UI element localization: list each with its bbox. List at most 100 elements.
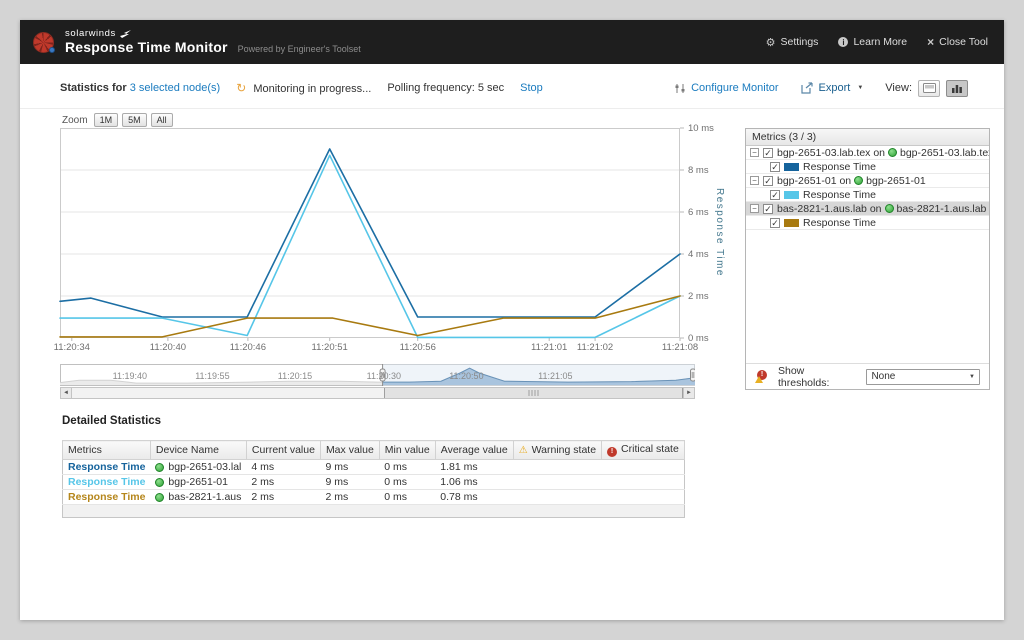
export-button[interactable]: Export ▼ — [800, 82, 863, 94]
zoom-all-button[interactable]: All — [150, 113, 173, 127]
y-axis-title: Response Time — [714, 188, 725, 277]
details-title: Detailed Statistics — [62, 415, 162, 427]
scroll-left-button[interactable]: ◄ — [61, 388, 72, 398]
close-icon: × — [927, 35, 935, 49]
metric-row[interactable]: ✓ Response Time — [746, 216, 989, 230]
critical-state — [601, 459, 685, 475]
table-row[interactable]: Response Time bgp-2651-01 2 ms 9 ms 0 ms… — [62, 474, 685, 490]
series-color-swatch — [784, 190, 799, 199]
metric-link[interactable]: Response Time — [62, 459, 151, 475]
stop-link[interactable]: Stop — [520, 82, 543, 94]
zoom-5m-button[interactable]: 5M — [122, 113, 147, 127]
warning-state — [513, 474, 602, 490]
group-checkbox[interactable]: ✓ — [763, 147, 773, 158]
thresholds-icon: ! — [755, 370, 769, 383]
status-up-icon — [884, 204, 894, 213]
table-view-icon — [922, 83, 936, 93]
configure-monitor-label: Configure Monitor — [691, 82, 779, 94]
series-color-swatch — [784, 218, 799, 227]
chart-scrollbar[interactable]: ◄ ► — [60, 387, 695, 399]
app-window: solarwinds Response Time Monitor Powered… — [20, 20, 1004, 620]
x-tick-label: 11:20:46 — [229, 342, 266, 353]
selected-nodes-link[interactable]: 3 selected node(s) — [130, 82, 221, 94]
zoom-label: Zoom — [62, 114, 88, 126]
average-value: 0.78 ms — [435, 489, 514, 505]
col-device-name[interactable]: Device Name — [149, 440, 247, 460]
response-time-chart — [59, 127, 684, 341]
navigator-handle[interactable] — [690, 368, 696, 382]
y-tick-label: 8 ms — [688, 165, 709, 176]
x-tick-label: 11:21:08 — [661, 342, 699, 353]
group-checkbox[interactable]: ✓ — [763, 203, 773, 214]
status-up-icon — [155, 492, 165, 502]
col-critical-state[interactable]: ! Critical state — [601, 440, 685, 460]
close-tool-button[interactable]: × Close Tool — [927, 35, 988, 49]
gear-icon: ⚙ — [765, 36, 776, 49]
x-tick-label: 11:21:01 — [531, 342, 568, 353]
metric-row[interactable]: ✓ Response Time — [746, 188, 989, 202]
metric-group-row[interactable]: − ✓ bgp-2651-01 on bgp-2651-01 — [746, 174, 989, 188]
zoom-controls: Zoom 1M 5M All — [62, 113, 173, 127]
thresholds-label: Show thresholds: — [778, 364, 830, 389]
configure-monitor-button[interactable]: Configure Monitor — [674, 82, 779, 94]
current-value: 4 ms — [246, 459, 321, 475]
metric-group-row[interactable]: − ✓ bgp-2651-03.lab.tex on bgp-2651-03.l… — [746, 146, 989, 160]
warning-state — [513, 489, 602, 505]
view-table-button[interactable] — [918, 79, 940, 97]
metrics-panel: Metrics (3 / 3) − ✓ bgp-2651-03.lab.tex … — [745, 128, 990, 390]
collapse-icon[interactable]: − — [750, 204, 759, 213]
status-up-icon — [888, 148, 897, 157]
table-header-row: Metrics Device Name Current value Max va… — [62, 440, 685, 460]
metric-row[interactable]: ✓ Response Time — [746, 160, 989, 174]
learn-more-button[interactable]: i Learn More — [838, 36, 907, 48]
metric-link[interactable]: Response Time — [62, 474, 151, 490]
col-current-value[interactable]: Current value — [245, 440, 321, 460]
group-device: bgp-2651-03.lab.tex — [900, 146, 989, 159]
group-checkbox[interactable]: ✓ — [763, 175, 773, 186]
x-tick-label: 11:20:34 — [53, 342, 90, 353]
metric-checkbox[interactable]: ✓ — [770, 189, 780, 200]
col-warning-state[interactable]: ⚠ Warning state — [512, 440, 603, 460]
col-min-value[interactable]: Min value — [378, 440, 436, 460]
export-label: Export — [818, 82, 851, 94]
chart-view-icon — [952, 85, 962, 93]
device-name: bas-2821-1.aus — [168, 491, 242, 503]
chart-plot-area — [59, 127, 684, 341]
table-row[interactable]: Response Time bas-2821-1.aus 2 ms 2 ms 0… — [62, 489, 685, 505]
navigator-handle[interactable] — [379, 368, 386, 382]
series-color-swatch — [784, 162, 799, 171]
navigator-overview[interactable] — [59, 364, 696, 386]
settings-button[interactable]: ⚙ Settings — [766, 36, 819, 49]
table-row[interactable]: Response Time bgp-2651-03.lal 4 ms 9 ms … — [62, 459, 685, 475]
critical-state — [601, 474, 685, 490]
metric-checkbox[interactable]: ✓ — [770, 217, 780, 228]
view-chart-button[interactable] — [946, 79, 968, 97]
collapse-icon[interactable]: − — [750, 176, 759, 185]
scrollbar-thumb[interactable] — [384, 388, 683, 398]
zoom-1m-button[interactable]: 1M — [93, 113, 119, 127]
critical-state — [601, 489, 685, 505]
y-tick-label: 6 ms — [688, 207, 709, 218]
metric-link[interactable]: Response Time — [62, 489, 151, 505]
close-tool-label: Close Tool — [939, 36, 988, 48]
export-icon — [800, 82, 813, 94]
collapse-icon[interactable]: − — [750, 148, 759, 157]
chart-navigator[interactable]: 11:19:40 11:19:55 11:20:15 11:20:30 11:20:50… — [59, 364, 696, 386]
thresholds-value: None — [871, 371, 896, 382]
current-value: 2 ms — [246, 474, 321, 490]
thresholds-select[interactable]: None ▼ — [866, 368, 980, 385]
col-metrics[interactable]: Metrics — [62, 440, 151, 460]
col-average-value[interactable]: Average value — [434, 440, 514, 460]
metric-group-row[interactable]: − ✓ bas-2821-1.aus.lab on bas-2821-1.aus… — [746, 202, 989, 216]
titlebar-menu: ⚙ Settings i Learn More × Close Tool — [766, 35, 988, 49]
max-value: 9 ms — [320, 459, 380, 475]
metric-label: Response Time — [803, 160, 876, 173]
col-max-value[interactable]: Max value — [319, 440, 380, 460]
scroll-right-button[interactable]: ► — [683, 388, 694, 398]
status-up-icon — [155, 462, 165, 472]
x-tick-label: 11:21:02 — [576, 342, 614, 353]
device-name: bgp-2651-03.lal — [168, 461, 242, 473]
powered-by: Powered by Engineer's Toolset — [237, 43, 361, 54]
metric-checkbox[interactable]: ✓ — [770, 161, 780, 172]
brand-block: solarwinds Response Time Monitor Powered… — [65, 28, 361, 55]
